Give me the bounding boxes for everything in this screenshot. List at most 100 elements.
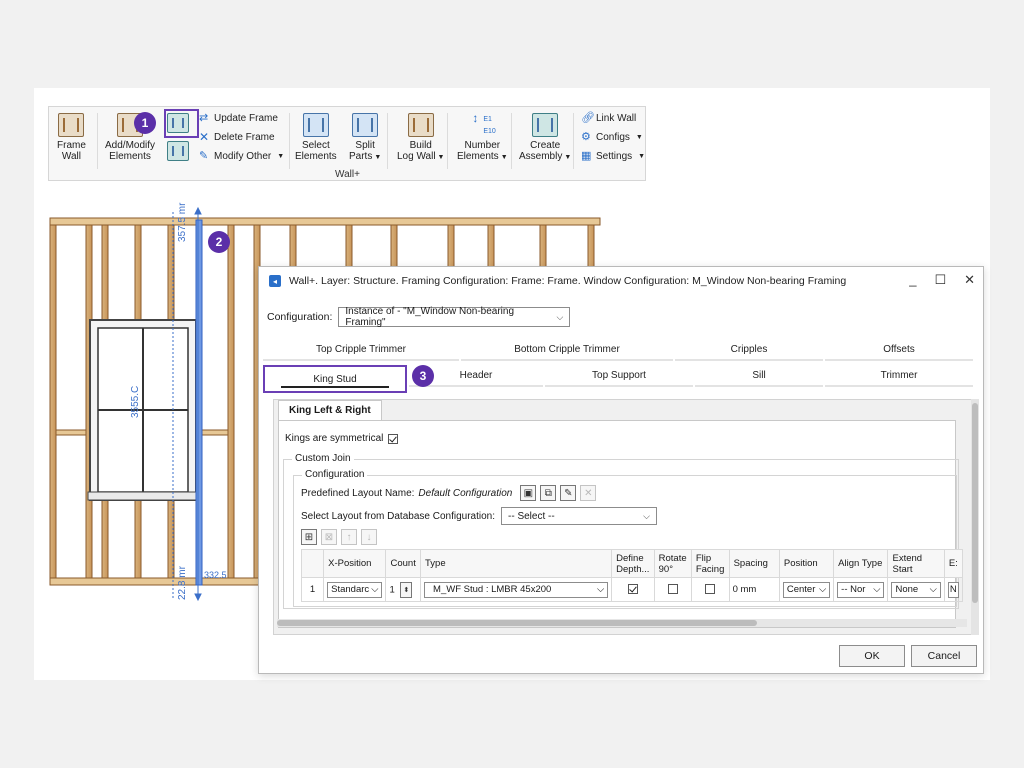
move-down-button[interactable]: ↓ [361,529,377,545]
copy-layout-button[interactable]: ⧉ [540,485,557,501]
grid-header-flip-facing[interactable]: Flip Facing [690,549,730,578]
grid-header-spacing[interactable]: Spacing [728,549,780,578]
refresh-icon: ⇄ [199,112,209,124]
predefined-layout-row: Predefined Layout Name: Default Configur… [301,485,597,501]
count-stepper[interactable]: ⬍ [400,581,413,598]
create-assembly-icon [532,113,559,137]
tab-sill[interactable]: Sill [695,365,823,387]
grid-header-define-depth[interactable]: Define Depth... [611,549,655,578]
save-icon: ▣ [523,487,534,499]
select-elements-button[interactable]: Select Elements [295,113,337,162]
ribbon-group-label: Wall+ [335,169,360,180]
vertical-scrollbar[interactable] [971,399,979,635]
grid-toolbar: ⊞ ⊠ ↑ ↓ [301,529,377,545]
dim-mid-label: 3555.C [130,386,141,418]
kings-symmetrical-checkbox[interactable] [388,433,399,444]
tab-bottom-cripple-trimmer[interactable]: Bottom Cripple Trimmer [461,339,673,361]
tab-top-support[interactable]: Top Support [545,365,693,387]
pencil-icon: ✎ [199,150,209,162]
frame-wall-icon [58,113,85,137]
add-icon: ⊞ [304,531,314,543]
tab-offsets[interactable]: Offsets [825,339,973,361]
ok-button[interactable]: OK [839,645,905,667]
rotate-checkbox[interactable] [667,584,678,595]
grid-header-x-position[interactable]: X-Position [323,549,387,578]
tab-trimmer[interactable]: Trimmer [825,365,973,387]
align-type-cell[interactable]: -- Nor ⌵ [833,577,889,602]
configs-button[interactable]: ⚙ Configs ▼ [581,132,643,144]
chevron-down-icon: ⌵ [929,584,937,595]
remove-row-button[interactable]: ⊠ [321,529,337,545]
app-icon: ◂ [269,275,281,287]
callout-2: 2 [208,231,230,253]
settings-button[interactable]: ▦ Settings ▼ [581,151,645,163]
select-elements-icon [302,113,329,137]
grid-header-extend-start[interactable]: Extend Start [887,549,945,578]
select-layout-row: Select Layout from Database Configuratio… [301,507,657,525]
configuration-label: Configuration: [267,311,333,323]
top-plate [49,217,601,226]
extend-end-cell[interactable]: N [943,577,964,602]
dim-right-label: 332.5 [204,570,227,580]
extend-start-cell[interactable]: None ⌵ [887,577,945,602]
arrow-down-icon: ↓ [366,531,372,543]
flip-facing-cell[interactable] [690,577,730,602]
grid-header-type[interactable]: Type [420,549,613,578]
x-position-cell[interactable]: Standarc ⌵ [323,577,387,602]
spacing-cell[interactable]: 0 mm [728,577,780,602]
link-wall-button[interactable]: 🔗︎ Link Wall [581,112,636,125]
create-assembly-button[interactable]: Create Assembly ▼ [519,113,571,163]
split-parts-button[interactable]: Split Parts ▼ [349,113,381,163]
edit-icon: ✎ [564,487,573,499]
delete-layout-button[interactable]: ✕ [580,485,597,501]
kings-symmetrical-row: Kings are symmetrical [285,433,399,444]
edit-layout-button[interactable]: ✎ [560,485,577,501]
update-frame-button[interactable]: ⇄ Update Frame [199,112,278,125]
select-layout-dropdown[interactable]: -- Select -- ⌵ [501,507,657,525]
selected-king-stud [195,219,203,586]
minimize-button[interactable]: _ [909,272,916,288]
cancel-button[interactable]: Cancel [911,645,977,667]
grid-header-extend-end[interactable]: E: [943,549,964,578]
add-row-button[interactable]: ⊞ [301,529,317,545]
number-elements-icon: ↕ E1 E10 [472,111,496,135]
tab-king-stud[interactable]: King Stud [263,365,407,393]
flip-facing-checkbox[interactable] [705,584,716,595]
tab-king-left-right[interactable]: King Left & Right [278,400,382,420]
frame-wall-button[interactable]: Frame Wall [57,113,86,162]
save-layout-button[interactable]: ▣ [520,485,537,501]
grid-header-count[interactable]: Count [385,549,422,578]
table-row[interactable]: 1 Standarc ⌵ 1 ⬍ M_WF Stud : LMBR 45x200 ⌵… [300,577,964,602]
framing-configuration-dialog: ◂ Wall+. Layer: Structure. Framing Confi… [258,266,984,674]
highlight-frame-tool [164,109,199,138]
grid-header-rotate[interactable]: Rotate 90° [653,549,692,578]
close-button[interactable]: ✕ [964,272,975,288]
frame-tool-button-2[interactable] [167,141,189,164]
dialog-title: Wall+. Layer: Structure. Framing Configu… [289,275,847,287]
build-log-wall-button[interactable]: Build Log Wall ▼ [397,113,444,163]
count-cell[interactable]: 1 ⬍ [385,577,422,602]
maximize-button[interactable]: ☐ [934,272,946,288]
delete-frame-button[interactable]: ✕ Delete Frame [199,131,275,143]
horizontal-scrollbar[interactable] [277,619,967,627]
configuration-select[interactable]: Instance of - "M_Window Non-bearing Fram… [338,306,571,328]
type-cell[interactable]: M_WF Stud : LMBR 45x200 ⌵ [420,577,613,602]
grid-header-align-type[interactable]: Align Type [833,549,889,578]
number-elements-button[interactable]: ↕ E1 E10 Number Elements ▼ [457,111,508,163]
move-up-button[interactable]: ↑ [341,529,357,545]
position-cell[interactable]: Center ⌵ [778,577,835,602]
tab-row-1: Top Cripple Trimmer Bottom Cripple Trimm… [263,339,973,361]
rotate-cell[interactable] [653,577,692,602]
modify-other-button[interactable]: ✎ Modify Other ▼ [199,150,284,163]
link-icon: 🔗︎ [581,112,595,124]
predefined-layout-value: Default Configuration [418,487,513,499]
window-unit [87,319,199,501]
grid-header-position[interactable]: Position [778,549,835,578]
define-depth-cell[interactable] [611,577,655,602]
chevron-down-icon: ⌵ [818,584,827,595]
chevron-down-icon: ⌵ [643,510,650,521]
tab-cripples[interactable]: Cripples [675,339,823,361]
close-icon: ✕ [584,487,593,499]
tab-top-cripple-trimmer[interactable]: Top Cripple Trimmer [263,339,459,361]
define-depth-checkbox[interactable] [627,584,638,595]
